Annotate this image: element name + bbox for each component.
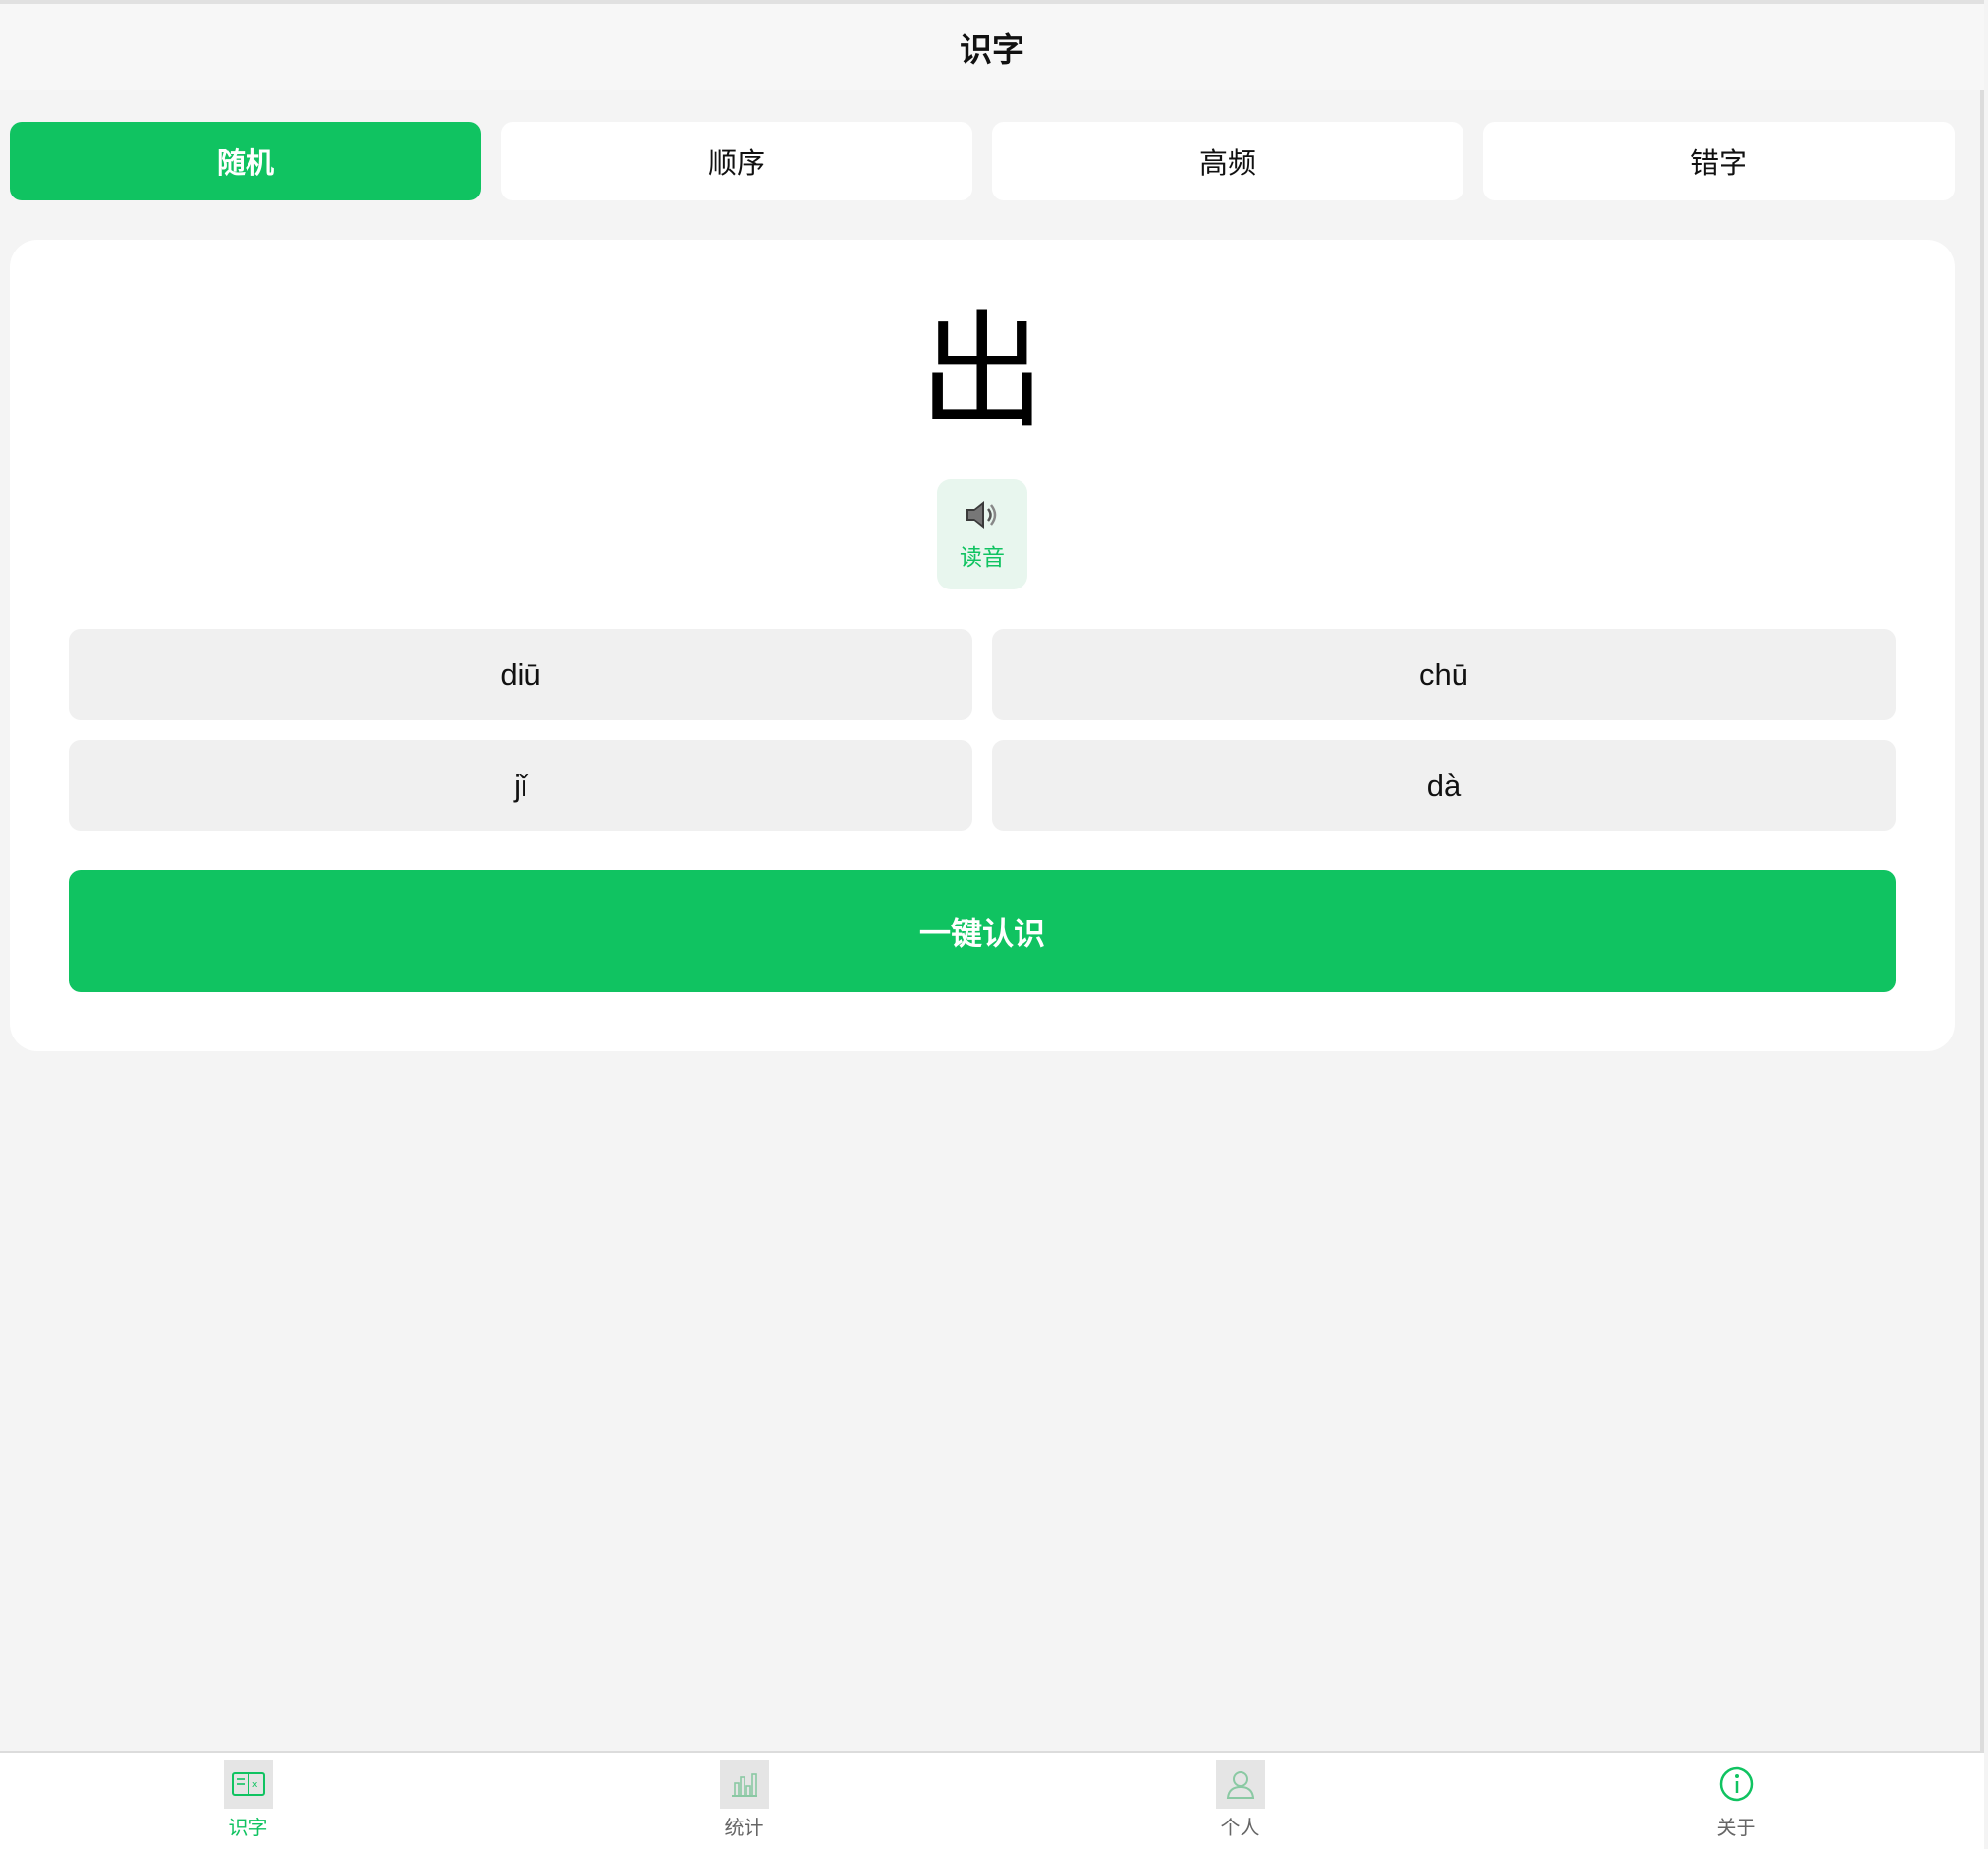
- info-icon: [1712, 1760, 1761, 1809]
- pinyin-option[interactable]: chū: [992, 629, 1896, 720]
- speaker-icon: [966, 501, 997, 529]
- tab-sequential[interactable]: 顺序: [501, 122, 972, 200]
- pinyin-option[interactable]: dà: [992, 740, 1896, 831]
- page-header: 识字: [0, 4, 1984, 90]
- nav-item-statistics[interactable]: 统计: [496, 1753, 992, 1849]
- nav-label-literacy: 识字: [228, 1816, 268, 1839]
- pinyin-options: diū chū jǐ dà: [69, 629, 1896, 831]
- pinyin-option[interactable]: jǐ: [69, 740, 972, 831]
- page-title: 识字: [960, 30, 1024, 69]
- mark-known-button[interactable]: 一键认识: [69, 870, 1896, 992]
- pinyin-option[interactable]: diū: [69, 629, 972, 720]
- tab-high-frequency[interactable]: 高频: [992, 122, 1463, 200]
- person-icon: [1215, 1760, 1265, 1809]
- tab-wrong-characters[interactable]: 错字: [1483, 122, 1955, 200]
- svg-text:x: x: [252, 1780, 258, 1790]
- nav-item-about[interactable]: 关于: [1488, 1753, 1984, 1849]
- read-aloud-button[interactable]: 读音: [937, 479, 1027, 589]
- nav-label-about: 关于: [1716, 1816, 1756, 1839]
- read-aloud-label: 读音: [960, 545, 1005, 571]
- quiz-card: 出 读音 diū chū jǐ dà 一键认识: [10, 240, 1955, 1051]
- tab-random[interactable]: 随机: [10, 122, 481, 200]
- nav-item-literacy[interactable]: x 识字: [0, 1753, 496, 1849]
- book-icon: x: [223, 1760, 273, 1809]
- nav-item-profile[interactable]: 个人: [992, 1753, 1488, 1849]
- bottom-navigation: x 识字 统计 个人 关于: [0, 1751, 1984, 1849]
- nav-label-statistics: 统计: [724, 1816, 764, 1839]
- target-character: 出: [918, 299, 1045, 446]
- mode-tabs: 随机 顺序 高频 错字: [10, 122, 1955, 200]
- nav-label-profile: 个人: [1220, 1816, 1260, 1839]
- app-window: 识字 随机 顺序 高频 错字 出 读音 diū chū jǐ dà 一键认识 x…: [0, 0, 1984, 1849]
- bar-chart-icon: [719, 1760, 769, 1809]
